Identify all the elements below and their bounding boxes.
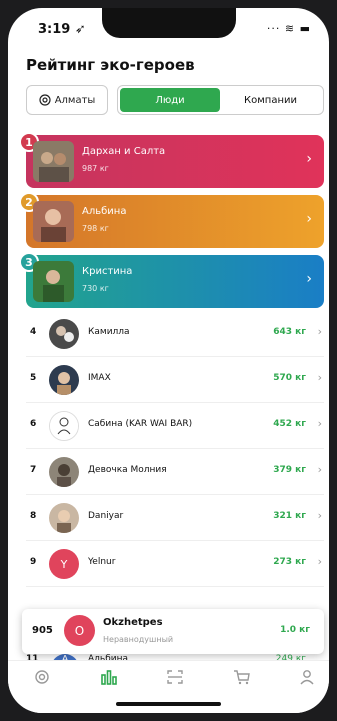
segment-control: Люди Компании	[117, 85, 324, 115]
rank: 8	[30, 511, 37, 521]
status-bar: 3:19 ➶ ··· ≋ ▬	[8, 8, 329, 52]
chart-bars-icon	[101, 670, 117, 685]
current-user-kg: 1.0 кг	[280, 625, 310, 635]
current-user-card[interactable]: 905 O Okzhetpes Неравнодушный 1.0 кг	[22, 609, 324, 654]
chevron-right-icon: ›	[306, 211, 312, 227]
name: IMAX	[88, 373, 111, 383]
avatar	[49, 503, 79, 533]
name: Девочка Молния	[88, 465, 167, 475]
kg: 379 кг	[273, 465, 306, 475]
avatar: O	[64, 615, 95, 646]
list-item[interactable]: 6 Сабина (KAR WAI BAR) 452 кг ›	[26, 403, 324, 449]
chevron-right-icon: ›	[306, 151, 312, 167]
kg: 273 кг	[273, 557, 306, 567]
avatar	[49, 319, 79, 349]
city-filter-button[interactable]: Алматы	[26, 85, 108, 115]
rank: 4	[30, 327, 37, 337]
segment-people[interactable]: Люди	[120, 88, 220, 112]
current-user-subtitle: Неравнодушный	[103, 635, 174, 644]
avatar	[33, 261, 74, 302]
tab-map[interactable]	[30, 667, 54, 687]
kg: 321 кг	[273, 511, 306, 521]
list-item[interactable]: 9 Y Yelnur 273 кг ›	[26, 541, 324, 587]
list-item[interactable]: 4 Камилла 643 кг ›	[26, 311, 324, 357]
avatar	[49, 457, 79, 487]
chevron-right-icon: ›	[317, 417, 322, 430]
status-icons: ··· ≋ ▬	[266, 22, 311, 35]
kg: 452 кг	[273, 419, 306, 429]
top-card-3[interactable]: 3 Кристина 730 кг ›	[19, 252, 324, 308]
list-item[interactable]: 5 IMAX 570 кг ›	[26, 357, 324, 403]
top-card-1[interactable]: 1 Дархан и Салта 987 кг ›	[19, 132, 324, 188]
tab-profile[interactable]	[295, 667, 319, 687]
status-time: 3:19 ➶	[38, 22, 86, 37]
chevron-right-icon: ›	[317, 371, 322, 384]
rank: 5	[30, 373, 37, 383]
tab-rating[interactable]	[97, 667, 121, 687]
tab-scan[interactable]	[163, 667, 187, 687]
scan-icon	[167, 670, 183, 684]
rank: 9	[30, 557, 37, 567]
city-label: Алматы	[54, 94, 96, 106]
top-kg: 798 кг	[82, 224, 109, 233]
top-name: Дархан и Салта	[82, 146, 166, 157]
kg: 643 кг	[273, 327, 306, 337]
chevron-right-icon: ›	[317, 325, 322, 338]
location-pin-icon	[39, 94, 51, 106]
avatar	[33, 141, 74, 182]
chevron-right-icon: ›	[317, 509, 322, 522]
map-pin-icon	[35, 670, 49, 684]
name: Камилла	[88, 327, 130, 337]
current-user-name: Okzhetpes	[103, 617, 163, 628]
name: Daniyar	[88, 511, 124, 521]
notch	[102, 8, 236, 38]
avatar	[49, 365, 79, 395]
top-kg: 987 кг	[82, 164, 109, 173]
profile-icon	[300, 670, 314, 685]
top-name: Кристина	[82, 266, 133, 277]
list-item[interactable]: 7 Девочка Молния 379 кг ›	[26, 449, 324, 495]
top-card-2[interactable]: 2 Альбина 798 кг ›	[19, 192, 324, 248]
name: Сабина (KAR WAI BAR)	[88, 419, 193, 429]
top-name: Альбина	[82, 206, 127, 217]
avatar	[49, 411, 79, 441]
list-item[interactable]: 8 Daniyar 321 кг ›	[26, 495, 324, 541]
avatar: Y	[49, 549, 79, 579]
tab-cart[interactable]	[230, 667, 254, 687]
name: Yelnur	[88, 557, 116, 567]
segment-companies[interactable]: Компании	[220, 95, 321, 106]
phone-screen: 3:19 ➶ ··· ≋ ▬ Рейтинг эко-героев Алматы…	[8, 8, 329, 713]
rank: 6	[30, 419, 37, 429]
home-indicator	[116, 702, 221, 706]
current-user-rank: 905	[32, 625, 53, 636]
cart-icon	[234, 670, 250, 685]
top-kg: 730 кг	[82, 284, 109, 293]
chevron-right-icon: ›	[317, 555, 322, 568]
kg: 570 кг	[273, 373, 306, 383]
avatar	[33, 201, 74, 242]
rank: 7	[30, 465, 37, 475]
chevron-right-icon: ›	[306, 271, 312, 287]
page-title: Рейтинг эко-героев	[26, 56, 195, 74]
chevron-right-icon: ›	[317, 463, 322, 476]
